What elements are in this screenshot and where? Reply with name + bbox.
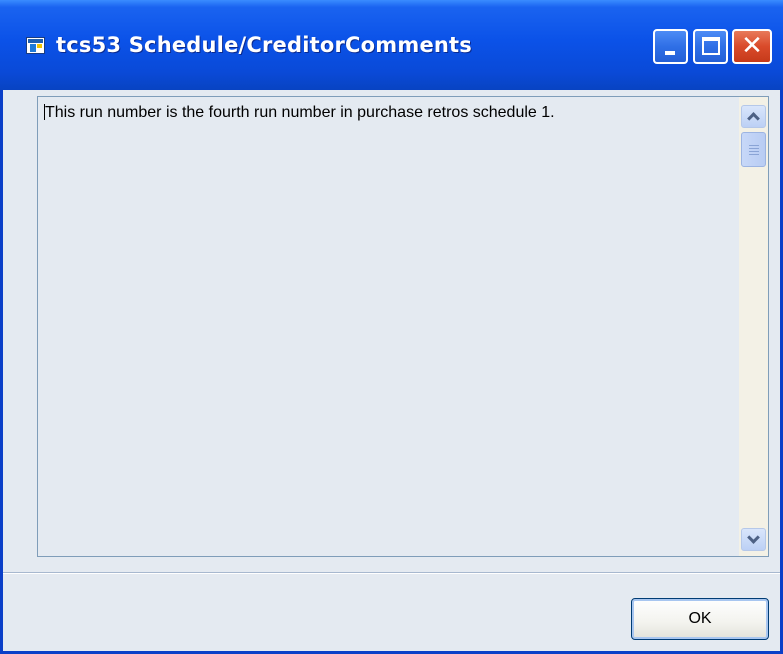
thumb-grip-line bbox=[749, 145, 759, 146]
dialog-window: tcs53 Schedule/CreditorComments ✕ This r… bbox=[0, 0, 783, 654]
chevron-up-icon bbox=[747, 112, 760, 125]
app-icon-titlestrip bbox=[28, 39, 43, 43]
comments-textarea[interactable]: This run number is the fourth run number… bbox=[37, 96, 769, 557]
app-window-icon[interactable] bbox=[26, 37, 45, 54]
minimize-icon bbox=[665, 51, 675, 55]
title-bar[interactable]: tcs53 Schedule/CreditorComments ✕ bbox=[0, 0, 783, 90]
thumb-grip-line bbox=[749, 154, 759, 155]
ok-button[interactable]: OK bbox=[631, 598, 769, 640]
app-icon-yellow-square bbox=[37, 44, 42, 48]
thumb-grip-line bbox=[749, 148, 759, 149]
app-icon-blue-square bbox=[30, 44, 36, 52]
scroll-up-button[interactable] bbox=[741, 105, 766, 128]
window-title: tcs53 Schedule/CreditorComments bbox=[56, 33, 472, 57]
chevron-down-icon bbox=[747, 531, 760, 544]
footer-separator bbox=[3, 572, 780, 574]
maximize-button[interactable] bbox=[693, 29, 728, 64]
comments-text-value: This run number is the fourth run number… bbox=[45, 104, 555, 121]
thumb-grip-line bbox=[749, 151, 759, 152]
scroll-thumb[interactable] bbox=[741, 132, 766, 167]
close-button[interactable]: ✕ bbox=[732, 29, 772, 64]
close-icon: ✕ bbox=[741, 31, 763, 61]
scroll-down-button[interactable] bbox=[741, 528, 766, 551]
comments-text[interactable]: This run number is the fourth run number… bbox=[44, 104, 729, 122]
vertical-scrollbar[interactable] bbox=[739, 97, 768, 556]
minimize-button[interactable] bbox=[653, 29, 688, 64]
maximize-icon bbox=[702, 37, 720, 55]
